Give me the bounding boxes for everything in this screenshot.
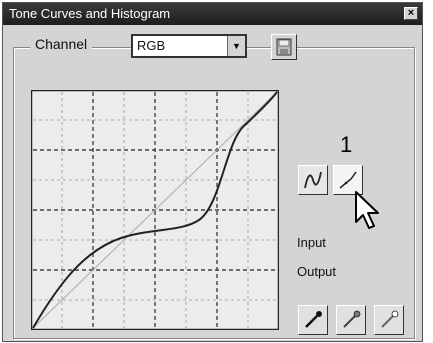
title-bar[interactable]: Tone Curves and Histogram × [3,3,422,25]
window-title: Tone Curves and Histogram [9,6,171,21]
black-point-dropper-button[interactable] [298,305,328,335]
channel-label: Channel [30,36,93,52]
channel-select[interactable]: RGB ▼ [131,34,247,58]
curve-tool-icon [304,171,322,189]
tone-curve-graph[interactable] [31,90,279,330]
curve-mode-button[interactable] [298,165,328,195]
annotation-number: 1 [340,132,353,157]
white-point-dropper-button[interactable] [374,305,404,335]
save-curve-button[interactable] [271,34,297,60]
gray-point-dropper-button[interactable] [336,305,366,335]
save-icon [276,38,292,56]
mouse-pointer-icon [355,191,379,229]
line-tool-icon [339,171,357,189]
channel-select-value: RGB [137,38,166,53]
chevron-down-icon[interactable]: ▼ [227,36,245,56]
output-label: Output [297,264,337,279]
close-icon: × [407,7,415,19]
gray-point-dropper-icon [343,310,361,328]
input-label: Input [297,235,326,250]
black-point-dropper-icon [305,311,322,328]
white-point-dropper-icon [381,310,399,328]
close-button[interactable]: × [404,7,418,20]
